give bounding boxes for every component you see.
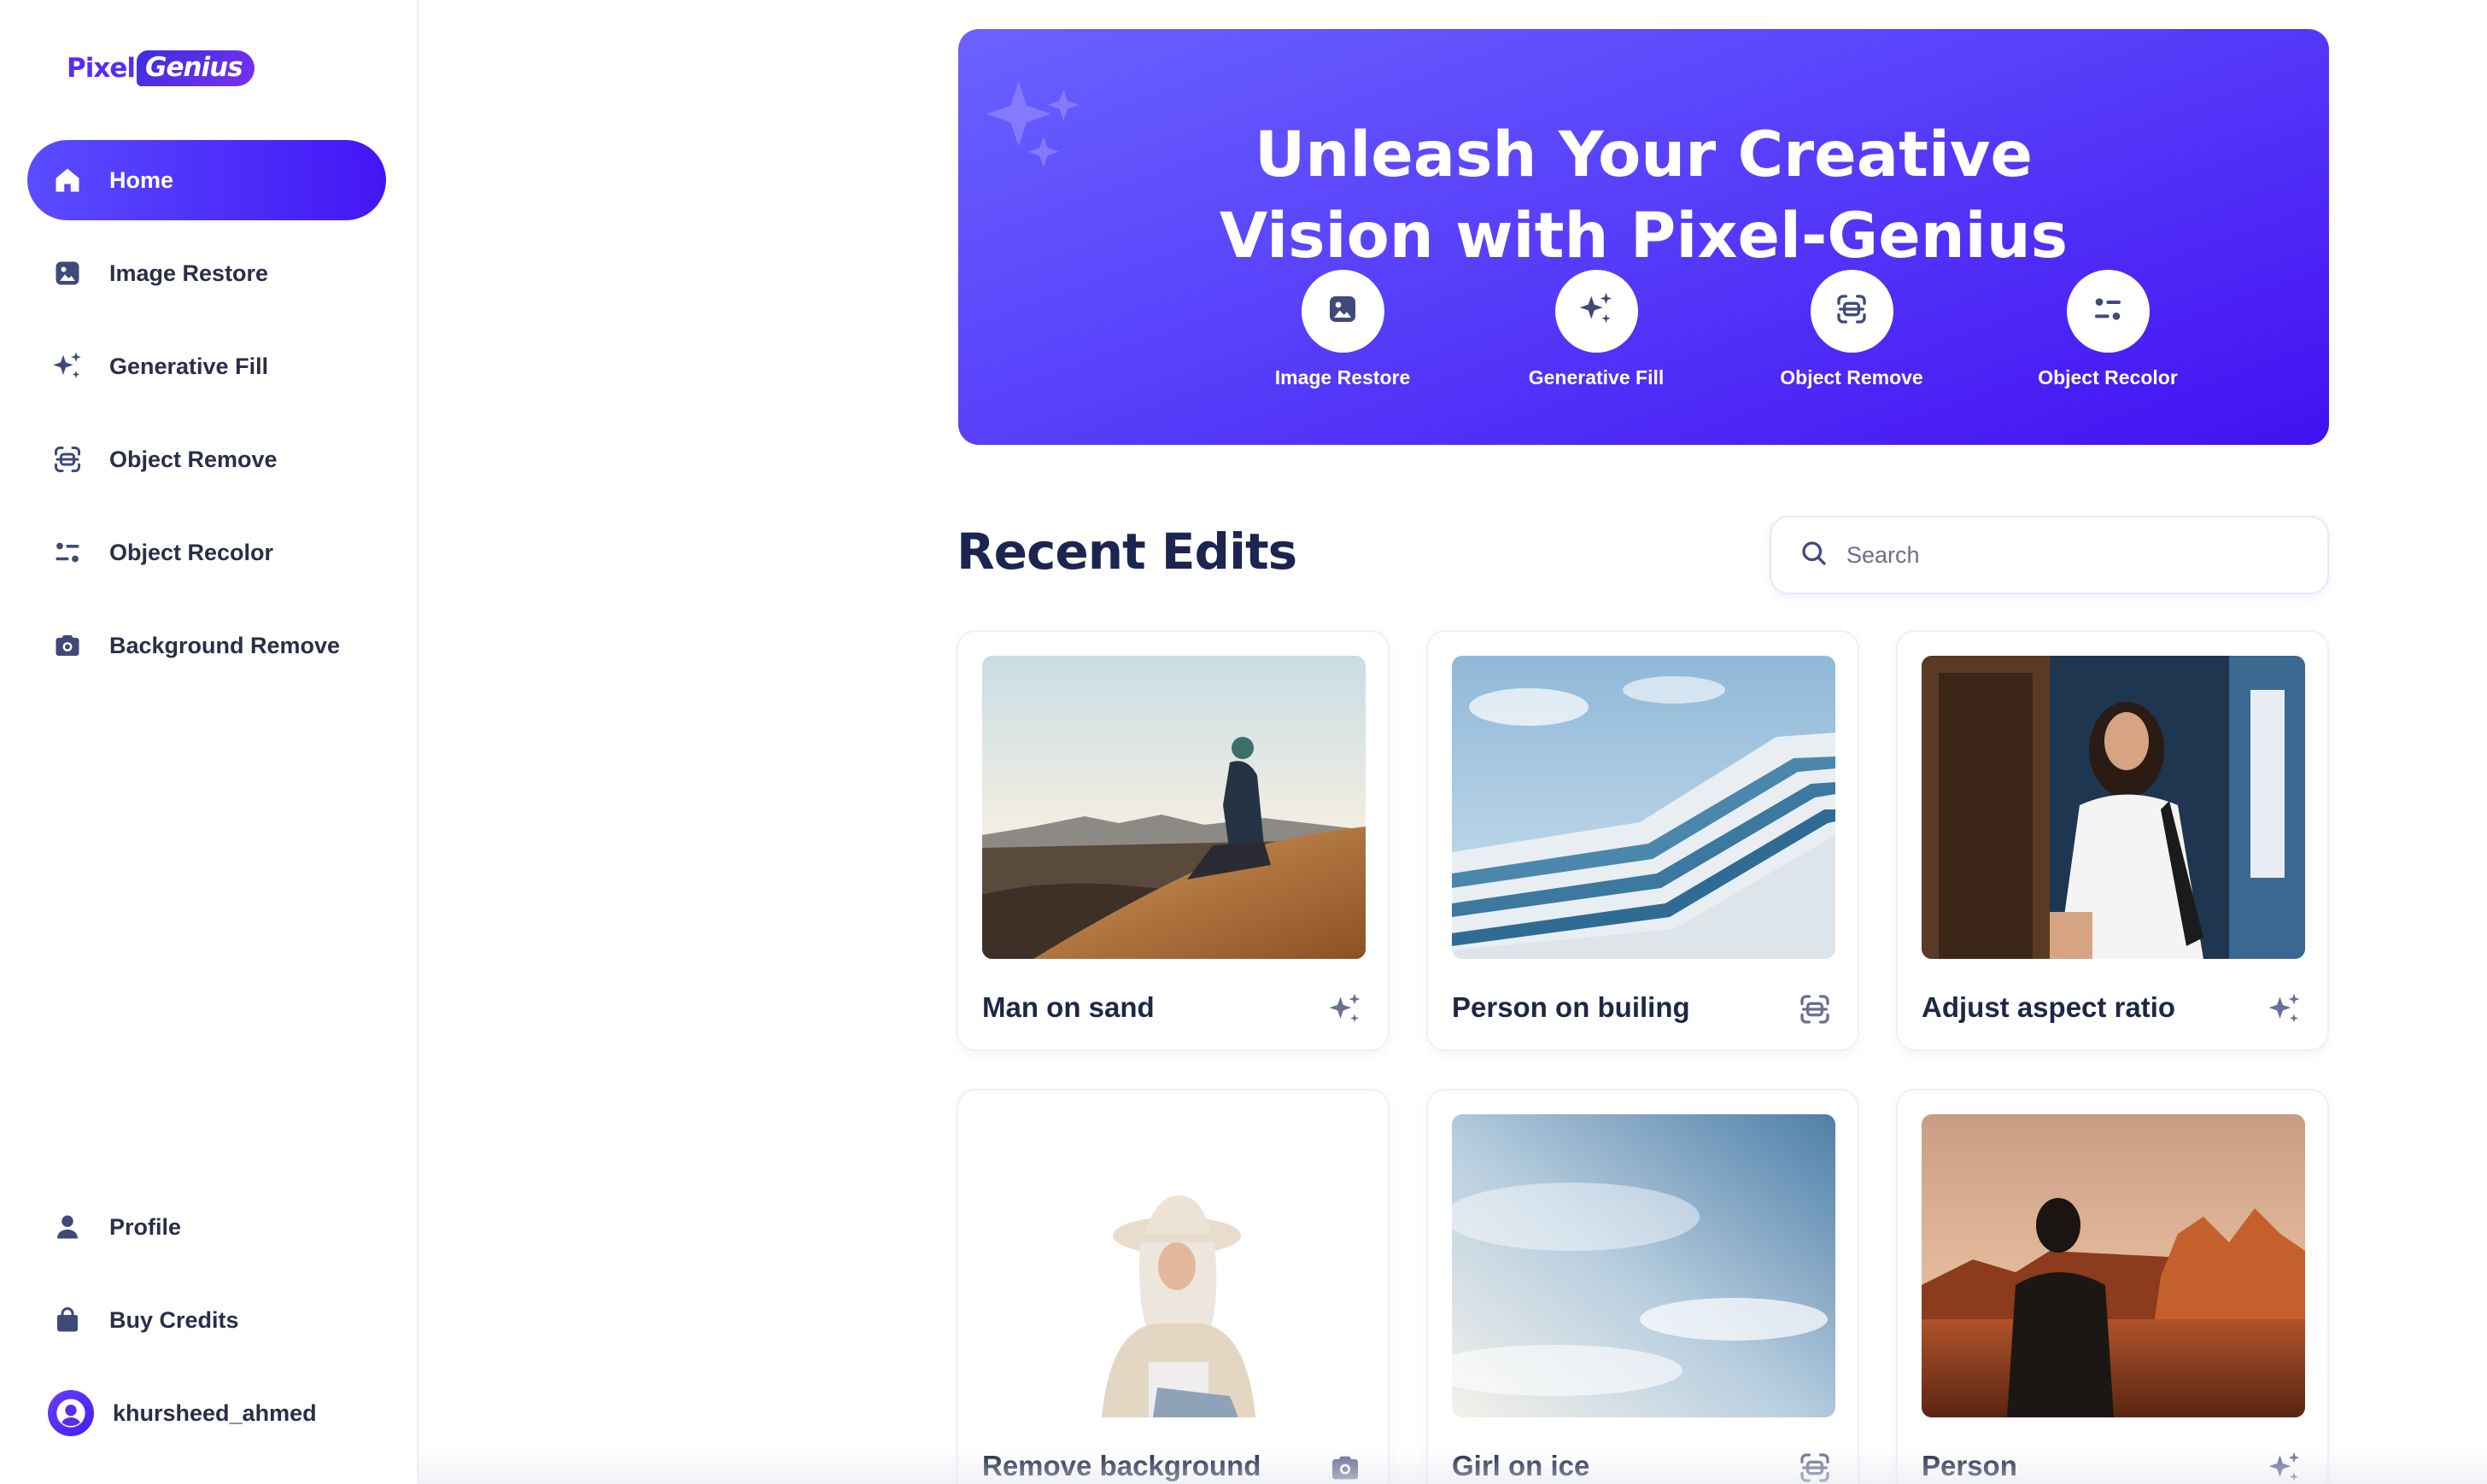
sidebar-item-image-restore[interactable]: Image Restore	[27, 233, 386, 313]
sparkles-icon[interactable]	[1325, 989, 1366, 1030]
edit-card-man-on-sand[interactable]: Man on sand	[957, 630, 1390, 1051]
sidebar-item-label: Profile	[109, 1213, 182, 1240]
hero-tool-object-recolor[interactable]: Object Recolor	[2022, 270, 2193, 389]
sidebar-item-object-recolor[interactable]: Object Recolor	[27, 512, 386, 593]
thumbnail-image[interactable]	[1922, 1114, 2305, 1417]
recolor-icon	[2091, 292, 2125, 330]
sidebar-item-label: Buy Credits	[109, 1306, 239, 1333]
card-title: Man on sand	[982, 991, 1155, 1023]
sidebar: Pixel Genius Home Image Restore Generativ…	[0, 0, 418, 1484]
hero-banner: Unleash Your Creative Vision with Pixel-…	[958, 29, 2329, 445]
scan-icon[interactable]	[1794, 989, 1835, 1030]
edit-card-girl-on-ice[interactable]: Girl on ice	[1426, 1089, 1859, 1484]
logo-text-pixel: Pixel	[67, 53, 136, 84]
sidebar-item-label: Image Restore	[109, 260, 269, 286]
hero-tool-label: Image Restore	[1274, 366, 1411, 389]
sparkles-icon	[50, 348, 85, 384]
hero-title-line2: Vision with Pixel-Genius	[1219, 200, 2069, 272]
image-icon	[1325, 292, 1360, 330]
card-title: Person	[1922, 1450, 2017, 1481]
sidebar-item-label: Object Remove	[109, 446, 278, 472]
bag-icon	[50, 1302, 85, 1338]
search-input[interactable]	[1846, 541, 2291, 569]
thumbnail-image[interactable]	[1452, 1114, 1835, 1417]
sidebar-nav: Home Image Restore Generative Fill Objec…	[27, 140, 386, 698]
card-title: Girl on ice	[1452, 1450, 1590, 1481]
thumbnail-image[interactable]	[1922, 656, 2305, 959]
scan-icon	[50, 441, 85, 477]
sidebar-item-label: Home	[109, 167, 174, 193]
card-title: Remove background	[982, 1450, 1261, 1481]
sidebar-item-label: Background Remove	[109, 632, 341, 658]
user-icon	[50, 1209, 85, 1245]
sidebar-item-label: Object Recolor	[109, 539, 274, 565]
recent-edits-title: Recent Edits	[957, 523, 1297, 581]
scan-icon	[1835, 292, 1869, 330]
hero-tool-button[interactable]	[1301, 270, 1384, 353]
search-box[interactable]	[1770, 516, 2329, 594]
hero-tool-button[interactable]	[1810, 270, 1893, 353]
thumbnail-image[interactable]	[982, 656, 1366, 959]
username-label: khursheed_ahmed	[113, 1399, 317, 1426]
hero-tool-label: Object Recolor	[2038, 366, 2178, 389]
sidebar-bottom: Profile Buy Credits khursheed_ahmed	[27, 1187, 386, 1453]
avatar-icon	[48, 1390, 94, 1436]
sidebar-item-home[interactable]: Home	[27, 140, 386, 220]
sidebar-item-buy-credits[interactable]: Buy Credits	[27, 1280, 386, 1360]
camera-icon[interactable]	[1325, 1447, 1366, 1484]
sparkles-icon	[1577, 289, 1616, 333]
user-account[interactable]: khursheed_ahmed	[27, 1373, 386, 1453]
hero-tool-generative-fill[interactable]: Generative Fill	[1511, 270, 1682, 389]
sparkles-icon[interactable]	[2264, 989, 2305, 1030]
sidebar-item-generative-fill[interactable]: Generative Fill	[27, 326, 386, 406]
hero-tool-button[interactable]	[1554, 270, 1638, 353]
sidebar-item-profile[interactable]: Profile	[27, 1187, 386, 1267]
recolor-icon	[50, 535, 85, 570]
hero-title-line1: Unleash Your Creative	[1255, 119, 2033, 191]
scan-icon[interactable]	[1794, 1447, 1835, 1484]
card-title: Adjust aspect ratio	[1922, 991, 2176, 1023]
edit-card-adjust-aspect-ratio[interactable]: Adjust aspect ratio	[1896, 630, 2329, 1051]
thumbnail-image[interactable]	[982, 1114, 1366, 1417]
hero-tool-button[interactable]	[2066, 270, 2150, 353]
sparkles-icon[interactable]	[2264, 1447, 2305, 1484]
hero-tool-object-remove[interactable]: Object Remove	[1766, 270, 1937, 389]
hero-tool-image-restore[interactable]: Image Restore	[1257, 270, 1428, 389]
hero-tool-label: Object Remove	[1780, 366, 1923, 389]
image-icon	[50, 255, 85, 291]
home-icon	[50, 162, 85, 198]
camera-icon	[50, 628, 85, 663]
sidebar-item-label: Generative Fill	[109, 353, 269, 379]
thumbnail-image[interactable]	[1452, 656, 1835, 959]
hero-tools: Image Restore Generative Fill Object Rem…	[958, 270, 2329, 406]
edit-card-remove-background[interactable]: Remove background	[957, 1089, 1390, 1484]
logo-text-genius: Genius	[137, 50, 255, 86]
card-title: Person on builing	[1452, 991, 1690, 1023]
sidebar-item-background-remove[interactable]: Background Remove	[27, 605, 386, 686]
search-icon	[1799, 538, 1829, 573]
pixel-genius-logo[interactable]: Pixel Genius	[67, 48, 255, 89]
edit-card-person[interactable]: Person	[1896, 1089, 2329, 1484]
edit-card-person-on-building[interactable]: Person on builing	[1426, 630, 1859, 1051]
sidebar-item-object-remove[interactable]: Object Remove	[27, 419, 386, 500]
hero-tool-label: Generative Fill	[1528, 366, 1665, 389]
